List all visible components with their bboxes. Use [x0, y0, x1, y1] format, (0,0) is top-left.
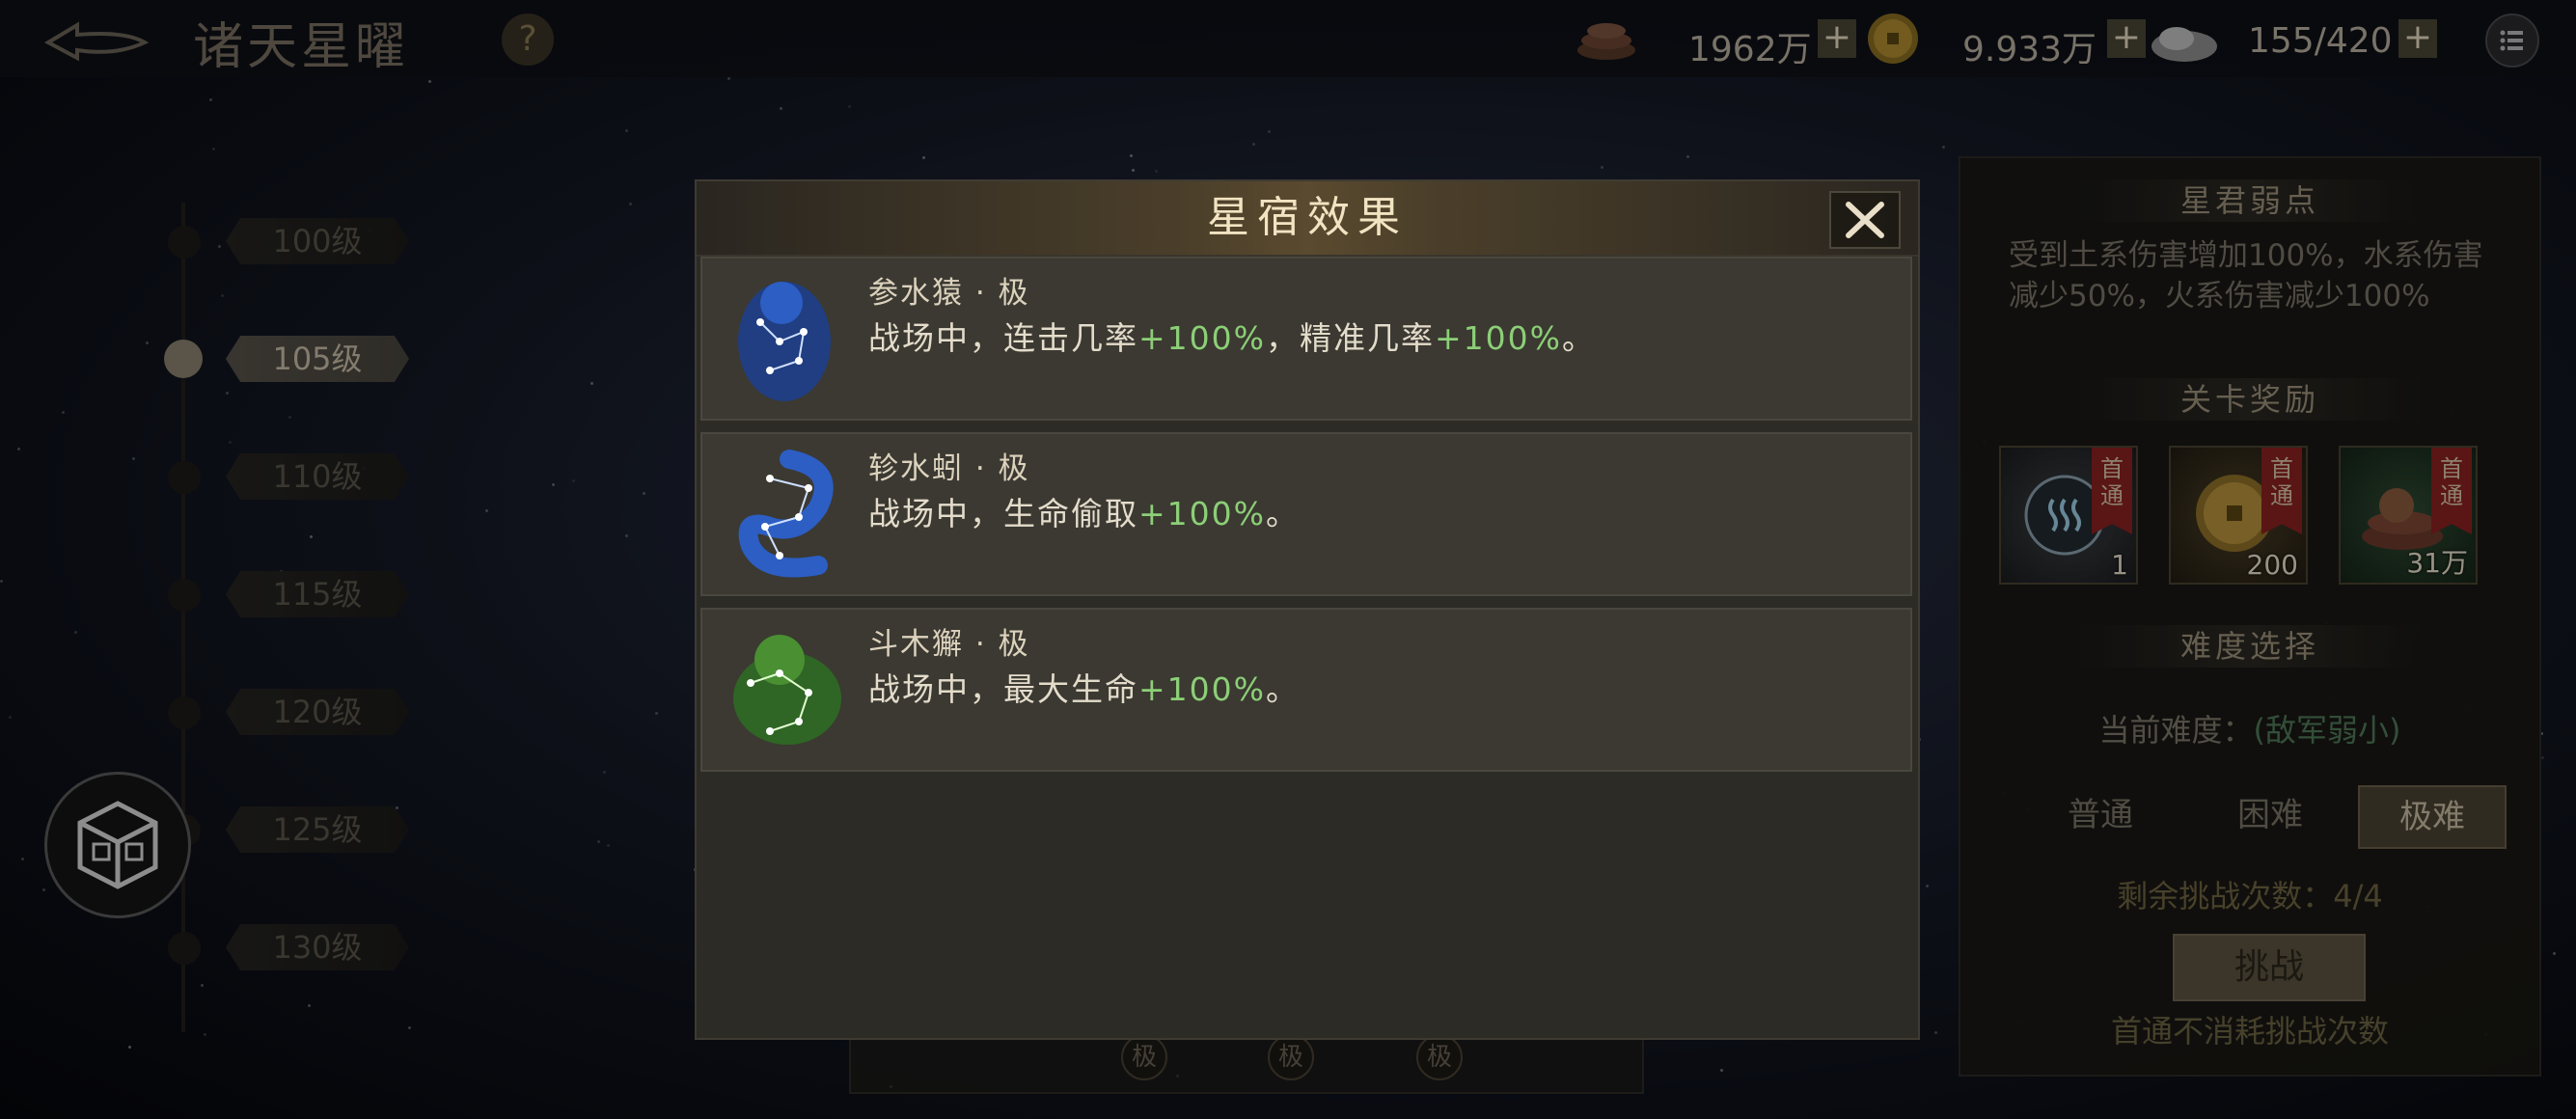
- effect-text: 战场中，最大生命: [868, 670, 1138, 708]
- effect-value: +100%: [1138, 495, 1266, 532]
- effect-text: 战场中，连击几率: [868, 319, 1138, 357]
- dialog-title: 星宿效果: [1207, 193, 1408, 242]
- ape-constellation-icon: [738, 282, 831, 401]
- constellation-effect: 战场中，连击几率+100%，精准几率+100%。: [868, 313, 1596, 359]
- effect-text: ，精准几率: [1266, 319, 1435, 357]
- constellation-name: 斗木獬 · 极: [868, 627, 1030, 662]
- effect-text: 战场中，生命偷取: [868, 495, 1138, 532]
- constellation-name: 参水猿 · 极: [868, 276, 1030, 311]
- constellation-effect: 战场中，最大生命+100%。: [868, 664, 1300, 710]
- lion-constellation-icon: [733, 635, 841, 745]
- constellation-item: 轸水蚓 · 极 战场中，生命偷取+100%。: [700, 432, 1912, 596]
- effect-value: +100%: [1435, 319, 1562, 357]
- effect-text: 。: [1266, 670, 1300, 708]
- effect-value: +100%: [1138, 319, 1266, 357]
- constellation-item: 斗木獬 · 极 战场中，最大生命+100%。: [700, 608, 1912, 772]
- effect-text: 。: [1562, 319, 1596, 357]
- dialog-header: 星宿效果: [697, 181, 1918, 257]
- earthworm-constellation-icon: [738, 450, 834, 578]
- constellation-effect-dialog: 星宿效果 参水猿 · 极 战场中，连击几率+100%，精准几率+100%。 轸水…: [695, 179, 1920, 1040]
- effect-text: 。: [1266, 495, 1300, 532]
- constellation-name: 轸水蚓 · 极: [868, 451, 1030, 486]
- effect-value: +100%: [1138, 670, 1266, 708]
- constellation-item: 参水猿 · 极 战场中，连击几率+100%，精准几率+100%。: [700, 257, 1912, 421]
- constellation-effect: 战场中，生命偷取+100%。: [868, 488, 1300, 534]
- close-icon: [1846, 202, 1884, 238]
- close-button[interactable]: [1829, 191, 1901, 249]
